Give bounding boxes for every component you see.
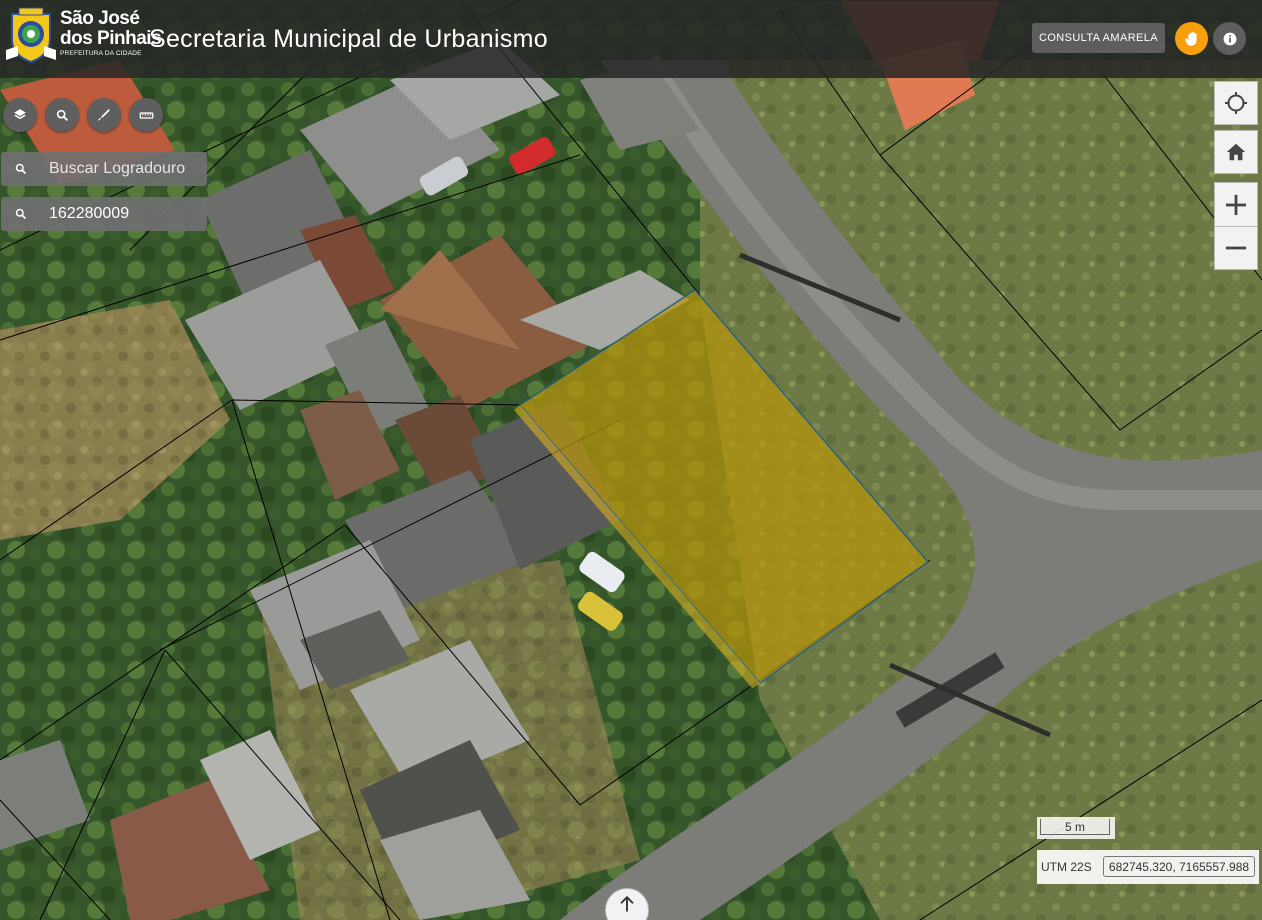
minus-icon	[1225, 246, 1247, 250]
pan-button[interactable]	[1175, 22, 1208, 55]
layers-button[interactable]	[3, 98, 37, 132]
draw-button[interactable]	[87, 98, 121, 132]
search-logradouro-box	[1, 152, 207, 186]
plus-icon	[1225, 194, 1247, 215]
zoom-in-button[interactable]	[1214, 182, 1258, 226]
city-name-line1: São José	[60, 8, 140, 29]
city-logo[interactable]	[4, 6, 58, 66]
coordinate-readout: 682745.320, 7165557.988	[1103, 856, 1255, 877]
search-tool-button[interactable]	[45, 98, 79, 132]
zoom-out-button[interactable]	[1214, 226, 1258, 270]
pencil-icon	[98, 109, 110, 121]
info-icon	[1223, 32, 1236, 45]
hand-icon	[1184, 31, 1196, 46]
map-canvas[interactable]	[0, 0, 1262, 920]
home-button[interactable]	[1214, 130, 1258, 174]
home-icon	[1226, 143, 1246, 161]
search-icon	[56, 109, 68, 121]
crosshair-icon	[1225, 92, 1247, 114]
info-button[interactable]	[1213, 22, 1246, 55]
coordinate-panel: UTM 22S 682745.320, 7165557.988	[1037, 850, 1259, 884]
aerial-imagery	[0, 0, 1262, 920]
city-name: São José dos Pinhais PREFEITURA DA CIDAD…	[60, 8, 162, 58]
scale-bar: 5 m	[1037, 817, 1115, 839]
city-name-line2: dos Pinhais	[60, 28, 162, 49]
map-viewer: São José dos Pinhais PREFEITURA DA CIDAD…	[0, 0, 1262, 920]
city-seal-icon	[6, 7, 56, 64]
search-lote-box	[1, 197, 207, 231]
search-icon	[15, 163, 27, 175]
ruler-icon	[139, 111, 153, 119]
search-icon	[15, 208, 27, 220]
logradouro-search-input[interactable]	[45, 152, 207, 186]
locate-button[interactable]	[1214, 81, 1258, 125]
page-title: Secretaria Municipal de Urbanismo	[149, 25, 548, 53]
scale-label: 5 m	[1040, 819, 1110, 835]
lote-search-input[interactable]	[45, 197, 207, 231]
header-bar: São José dos Pinhais PREFEITURA DA CIDAD…	[0, 0, 1262, 78]
north-arrow-icon	[620, 895, 634, 912]
measure-button[interactable]	[129, 98, 163, 132]
layers-icon	[14, 109, 26, 120]
projection-label[interactable]: UTM 22S	[1041, 860, 1092, 874]
city-subtitle: PREFEITURA DA CIDADE	[60, 50, 142, 57]
consulta-amarela-button[interactable]: CONSULTA AMARELA	[1032, 23, 1165, 53]
